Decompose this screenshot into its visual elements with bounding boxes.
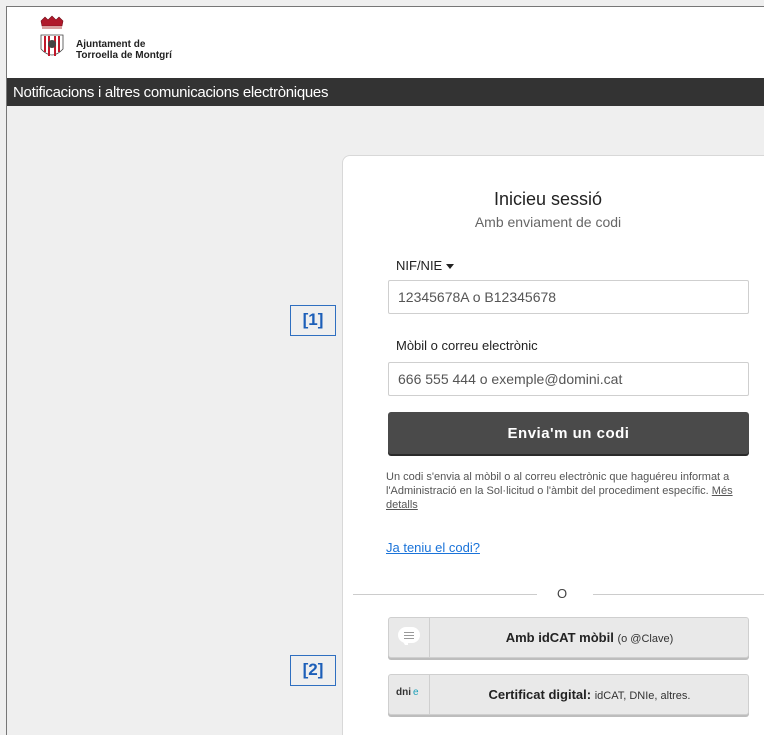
send-code-button[interactable]: Envia'm un codi xyxy=(388,412,749,454)
page-title: Notificacions i altres comunicacions ele… xyxy=(13,84,329,101)
digital-certificate-button[interactable]: dni e Certificat digital: idCAT, DNIe, al… xyxy=(388,674,749,715)
idcat-icon-box xyxy=(389,618,430,657)
town-crest-logo[interactable] xyxy=(37,15,67,67)
divider-text: O xyxy=(557,586,568,601)
cert-button-text: Certificat digital: idCAT, DNIe, altres. xyxy=(431,675,748,714)
idcat-mobil-button[interactable]: Amb idCAT mòbil (o @Clave) xyxy=(388,617,749,658)
divider-line-right xyxy=(593,594,764,595)
have-code-link[interactable]: Ja teniu el codi? xyxy=(386,540,480,555)
login-subtitle: Amb enviament de codi xyxy=(474,214,622,230)
or-divider: O xyxy=(343,586,764,602)
annotation-1: [1] xyxy=(290,305,336,336)
nif-input[interactable] xyxy=(388,280,749,314)
annotation-2: [2] xyxy=(290,655,336,686)
page-frame: Ajuntament de Torroella de Montgrí Notif… xyxy=(6,6,764,735)
info-text: Un codi s'envia al mòbil o al correu ele… xyxy=(386,471,730,497)
contact-input[interactable] xyxy=(388,362,749,396)
title-bar: Notificacions i altres comunicacions ele… xyxy=(7,78,764,106)
cert-button-note: idCAT, DNIe, altres. xyxy=(594,690,691,702)
divider-line-left xyxy=(353,594,537,595)
login-title: Inicieu sessió xyxy=(493,189,603,209)
id-type-label: NIF/NIE xyxy=(396,258,443,273)
dnie-logo-icon: dni e xyxy=(396,687,419,698)
dni-logo-text: dni xyxy=(396,687,411,698)
idcat-button-note: (o @Clave) xyxy=(617,633,674,645)
idcat-button-label: Amb idCAT mòbil xyxy=(505,630,614,645)
idcat-button-text: Amb idCAT mòbil (o @Clave) xyxy=(431,618,748,657)
brand-name-line1: Ajuntament de xyxy=(76,39,146,50)
dni-logo-mark: e xyxy=(413,687,419,698)
caret-down-icon xyxy=(446,264,455,270)
chat-bubble-icon xyxy=(398,627,420,645)
info-text-block: Un codi s'envia al mòbil o al correu ele… xyxy=(386,470,756,512)
login-card: Inicieu sessió Amb enviament de codi NIF… xyxy=(342,155,764,735)
id-type-dropdown[interactable]: NIF/NIE xyxy=(396,258,455,273)
brand-bar: Ajuntament de Torroella de Montgrí xyxy=(7,7,764,78)
brand-name: Ajuntament de Torroella de Montgrí xyxy=(76,39,172,61)
cert-icon-box: dni e xyxy=(389,675,430,714)
cert-button-label: Certificat digital: xyxy=(488,687,592,702)
brand-name-line2: Torroella de Montgrí xyxy=(76,50,172,61)
contact-label: Mòbil o correu electrònic xyxy=(396,338,538,353)
